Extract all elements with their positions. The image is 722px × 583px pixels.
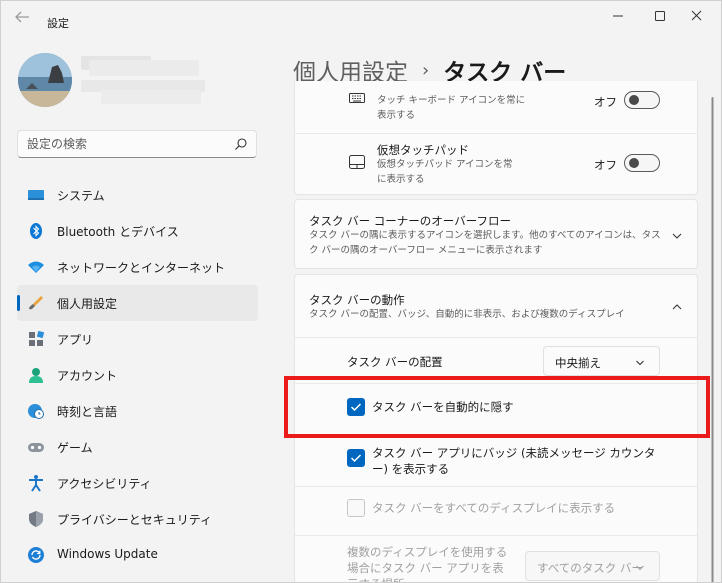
search-box[interactable] — [17, 130, 257, 158]
sidebar-item-privacy-security[interactable]: プライバシーとセキュリティ — [17, 501, 258, 537]
divider — [295, 486, 697, 487]
sidebar-item-label: Windows Update — [57, 547, 158, 561]
sidebar-item-bluetooth[interactable]: Bluetooth とデバイス — [17, 213, 258, 249]
divider — [295, 535, 697, 536]
sidebar-item-label: ネットワークとインターネット — [57, 261, 226, 275]
multi-display-dropdown[interactable]: すべてのタスク バー — [525, 551, 660, 581]
avatar-image — [18, 53, 72, 107]
sidebar-item-personalization[interactable]: 個人用設定 — [17, 285, 258, 321]
sidebar-item-label: アクセシビリティ — [57, 477, 152, 491]
keyboard-icon — [349, 93, 365, 103]
minimize-icon — [613, 15, 623, 17]
monitor-icon — [27, 186, 45, 204]
sidebar-nav: システム Bluetooth とデバイス ネットワークとインターネット 個人用設… — [17, 177, 258, 573]
sidebar-item-gaming[interactable]: ゲーム — [17, 429, 258, 465]
sidebar-item-label: アカウント — [57, 369, 118, 383]
checkmark-icon — [350, 454, 362, 463]
sidebar-item-label: プライバシーとセキュリティ — [57, 513, 213, 527]
settings-window: 設定 設定の検索 システム Bluetooth とデバイス ネットワークとインタ… — [0, 0, 722, 583]
chevron-down-icon — [636, 565, 644, 571]
maximize-button[interactable] — [650, 7, 670, 25]
all-displays-label[interactable]: タスク バーをすべてのディスプレイに表示する — [372, 500, 615, 516]
apps-icon — [27, 330, 45, 348]
brush-icon — [27, 294, 45, 312]
badges-label[interactable]: タスク バー アプリにバッジ (未読メッセージ カウンター) を表示する — [372, 445, 662, 477]
shield-icon — [27, 510, 45, 528]
accessibility-icon — [27, 474, 45, 492]
chevron-up-icon[interactable] — [671, 301, 683, 313]
wifi-icon — [27, 258, 45, 276]
sidebar-item-label: システム — [57, 189, 105, 203]
bluetooth-icon — [27, 222, 45, 240]
touch-keyboard-desc: タッチ キーボード アイコンを常に 表示する — [377, 95, 526, 121]
corner-overflow-title: タスク バー コーナーのオーバーフロー — [309, 214, 512, 228]
taskbar-alignment-value: 中央揃え — [555, 356, 601, 370]
system-tray-icons-card: タッチ キーボード アイコンを常に 表示する オフ 仮想タッチパッド 仮想タッチ… — [294, 81, 698, 195]
close-icon — [691, 10, 702, 21]
virtual-touchpad-state-label: オフ — [594, 158, 617, 172]
virtual-touchpad-title: 仮想タッチパッド — [377, 143, 469, 157]
touch-keyboard-state-label: オフ — [594, 95, 617, 109]
breadcrumb-separator: › — [422, 59, 430, 81]
highlight-box — [284, 376, 710, 438]
sidebar-item-accounts[interactable]: アカウント — [17, 357, 258, 393]
virtual-touchpad-toggle[interactable] — [624, 154, 660, 172]
corner-overflow-desc: タスク バーの隅に表示するアイコンを選択します。他のすべてのアイコンは、タスク … — [309, 230, 661, 256]
chevron-down-icon — [636, 360, 644, 366]
sidebar-item-label: 個人用設定 — [57, 297, 118, 311]
touchpad-icon — [349, 155, 365, 169]
update-icon — [27, 546, 45, 564]
close-button[interactable] — [687, 7, 707, 25]
person-icon — [27, 366, 45, 384]
search-icon[interactable] — [234, 137, 248, 151]
taskbar-behaviors-desc: タスク バーの配置、バッジ、自動的に非表示、および複数のディスプレイ — [309, 309, 625, 320]
multi-display-label: 複数のディスプレイを使用する場合にタスク バー アプリを表示する場所 — [347, 545, 508, 582]
taskbar-alignment-label: タスク バーの配置 — [347, 355, 443, 369]
scrollbar[interactable] — [711, 97, 714, 583]
corner-overflow-card[interactable]: タスク バー コーナーのオーバーフロー タスク バーの隅に表示するアイコンを選択… — [294, 199, 698, 269]
sidebar-item-label: 時刻と言語 — [57, 405, 118, 419]
multi-display-value: すべてのタスク バー — [537, 561, 643, 575]
sidebar-item-accessibility[interactable]: アクセシビリティ — [17, 465, 258, 501]
sidebar-item-system[interactable]: システム — [17, 177, 258, 213]
window-title: 設定 — [47, 17, 69, 30]
sidebar-item-label: ゲーム — [57, 441, 93, 455]
sidebar-item-apps[interactable]: アプリ — [17, 321, 258, 357]
minimize-button[interactable] — [608, 7, 628, 25]
sidebar-item-network[interactable]: ネットワークとインターネット — [17, 249, 258, 285]
back-arrow-icon — [15, 11, 29, 23]
touch-keyboard-toggle[interactable] — [624, 91, 660, 109]
sidebar-item-label: アプリ — [57, 333, 94, 347]
sidebar-item-label: Bluetooth とデバイス — [57, 225, 179, 239]
avatar[interactable] — [18, 53, 72, 107]
taskbar-behaviors-title: タスク バーの動作 — [309, 293, 405, 307]
search-input[interactable] — [18, 131, 228, 157]
title-bar: 設定 — [1, 1, 721, 33]
badges-checkbox[interactable] — [347, 449, 365, 467]
sidebar-item-time-language[interactable]: 時刻と言語 — [17, 393, 258, 429]
profile-info-redacted — [81, 56, 206, 106]
sidebar-item-windows-update[interactable]: Windows Update — [17, 537, 258, 573]
gamepad-icon — [27, 438, 45, 456]
back-button[interactable] — [13, 9, 31, 25]
active-indicator — [17, 295, 20, 311]
chevron-down-icon[interactable] — [671, 230, 683, 242]
all-displays-checkbox[interactable] — [347, 499, 365, 517]
taskbar-alignment-dropdown[interactable]: 中央揃え — [543, 346, 660, 376]
maximize-icon — [655, 11, 665, 21]
divider — [295, 133, 697, 134]
virtual-touchpad-desc: 仮想タッチパッド アイコンを常 に表示する — [377, 159, 513, 185]
globe-clock-icon — [27, 402, 45, 420]
divider — [295, 337, 697, 338]
scrollbar-thumb[interactable] — [711, 97, 714, 583]
